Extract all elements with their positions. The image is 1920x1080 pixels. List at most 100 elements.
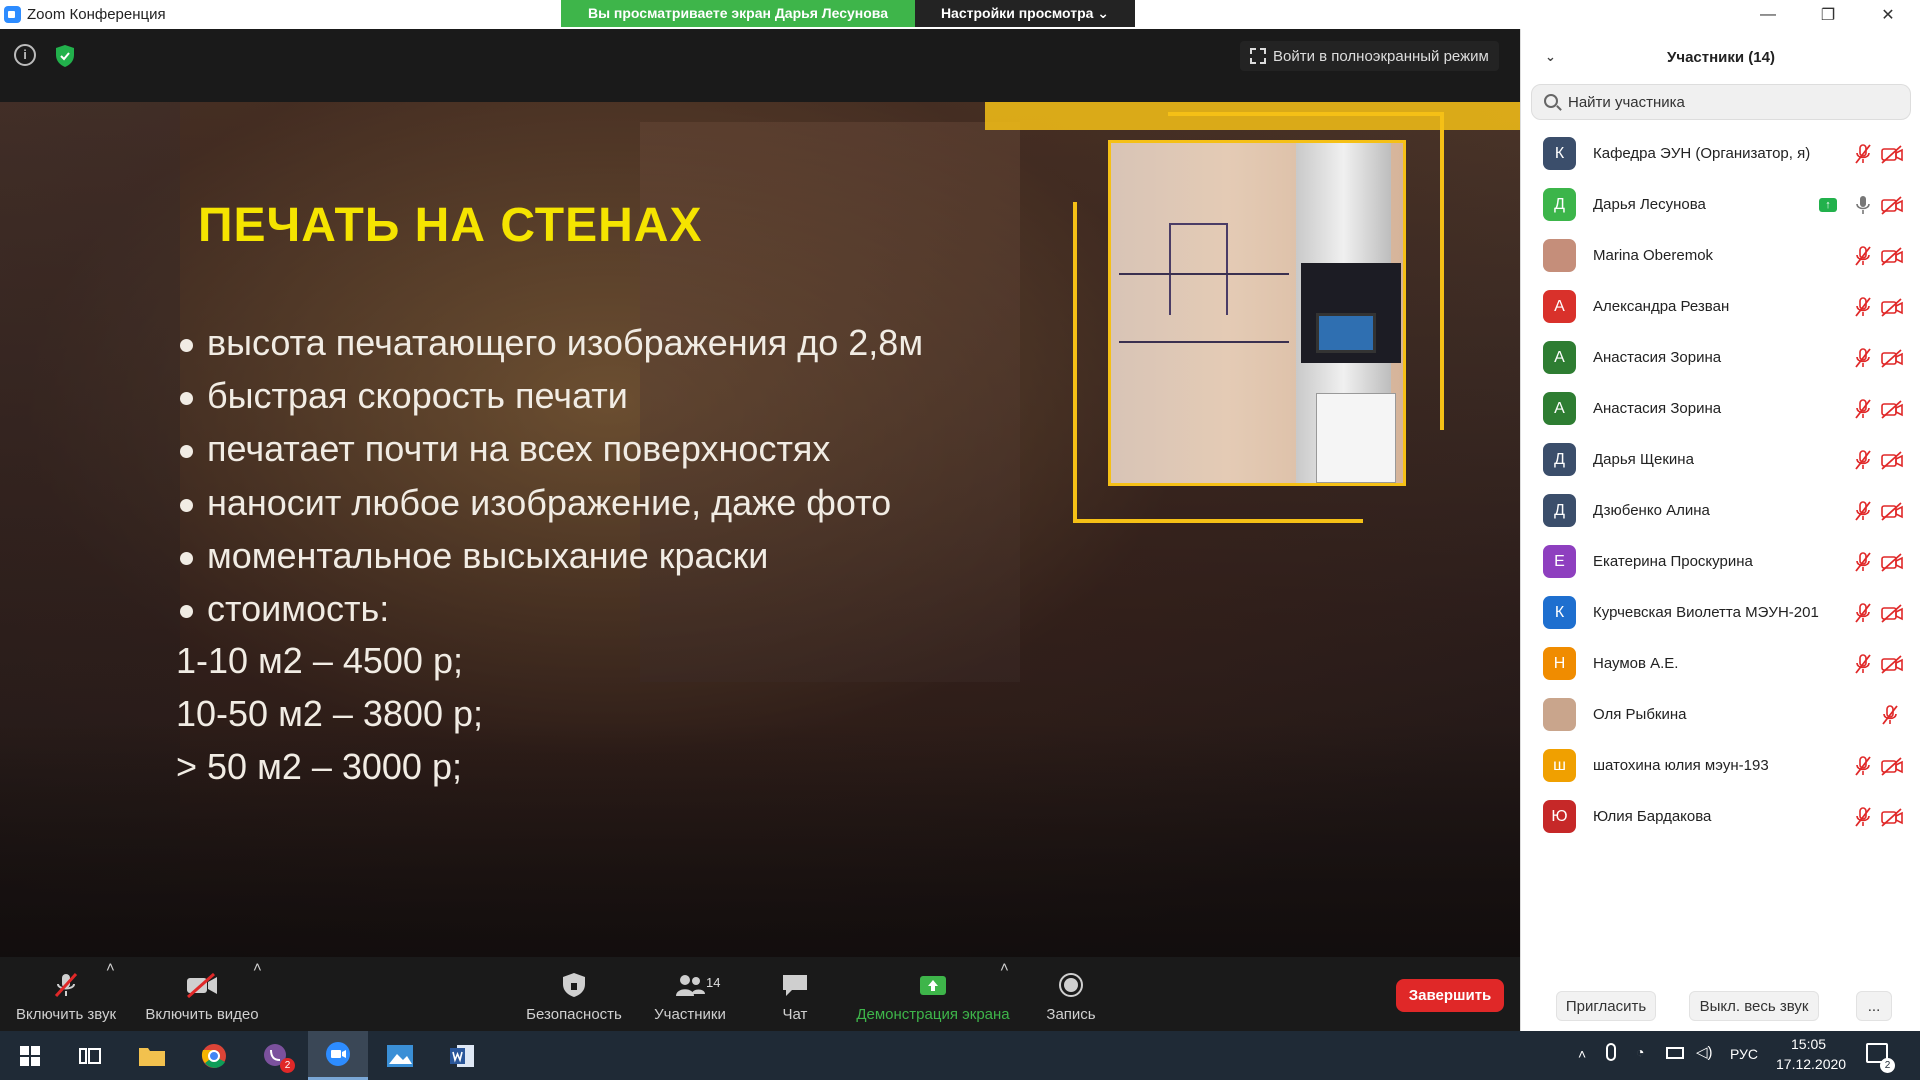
zoom-taskbar-icon [326,1042,350,1066]
participant-row[interactable]: А Александра Резван [1521,281,1920,332]
tray-time[interactable]: 15:05 [1791,1036,1826,1052]
tray-battery-icon[interactable] [1666,1047,1684,1059]
collapse-panel-icon[interactable]: ⌄ [1545,49,1556,65]
participant-name: Дарья Щекина [1593,451,1694,468]
tray-network-icon[interactable]: ◔ [1636,1044,1656,1062]
participant-row[interactable]: Marina Oberemok [1521,230,1920,281]
participant-avatar: К [1543,596,1576,629]
slide-bullet-text: стоимость: [207,588,390,629]
tray-language[interactable]: РУС [1730,1046,1758,1062]
taskbar-word[interactable] [432,1031,492,1080]
tray-date[interactable]: 17.12.2020 [1776,1056,1846,1072]
video-off-icon[interactable] [1880,654,1904,674]
mic-muted-icon [54,972,78,998]
participant-row[interactable]: Д Дзюбенко Алина [1521,485,1920,536]
close-button[interactable]: ✕ [1861,0,1915,29]
video-off-icon[interactable] [1880,756,1904,776]
zoom-app-icon [4,6,21,23]
end-meeting-button[interactable]: Завершить [1396,979,1504,1012]
participant-row[interactable]: Н Наумов А.Е. [1521,638,1920,689]
task-view-button[interactable] [60,1031,120,1080]
participant-search-input[interactable]: Найти участника [1531,84,1911,120]
security-shield-icon [563,973,585,997]
mic-muted-icon[interactable] [1854,755,1872,777]
bullet-dot [180,338,193,352]
participant-row[interactable]: Д Дарья Щекина [1521,434,1920,485]
participants-footer: Пригласить Выкл. весь звук ... [1521,979,1920,1031]
bullet-dot [180,604,193,618]
mic-muted-icon[interactable] [1854,347,1872,369]
meeting-top-tools: i Войти в полноэкранный режим [0,29,1520,101]
video-off-icon[interactable] [1880,246,1904,266]
encryption-shield-icon[interactable] [54,44,76,68]
share-options-caret[interactable]: ˄ [1000,959,1009,976]
chat-button[interactable]: Чат [760,959,830,1031]
taskbar-chrome[interactable] [184,1031,244,1080]
mic-muted-icon[interactable] [1854,551,1872,573]
video-off-icon[interactable] [1880,603,1904,623]
mic-muted-icon[interactable] [1854,398,1872,420]
participant-row[interactable]: К Кафедра ЭУН (Организатор, я) [1521,128,1920,179]
mic-muted-icon[interactable] [1854,602,1872,624]
invite-button[interactable]: Пригласить [1556,991,1656,1021]
participant-row[interactable]: К Курчевская Виолетта МЭУН-201 [1521,587,1920,638]
mic-muted-icon[interactable] [1854,296,1872,318]
participant-row[interactable]: Д Дарья Лесунова ↑ [1521,179,1920,230]
enter-fullscreen-button[interactable]: Войти в полноэкранный режим [1240,41,1499,71]
tray-show-hidden-icon[interactable]: ˄ [1578,1046,1586,1062]
tray-volume-icon[interactable]: ◁) [1696,1043,1713,1061]
view-settings-button[interactable]: Настройки просмотра ⌄ [915,0,1135,27]
restore-button[interactable]: ❐ [1801,0,1855,29]
video-off-icon[interactable] [1880,552,1904,572]
audio-options-caret[interactable]: ˄ [106,959,115,976]
taskbar-viber[interactable]: 2 [246,1031,306,1080]
start-video-button[interactable]: Включить видео [140,959,264,1031]
mic-muted-icon[interactable] [1854,143,1872,165]
mic-muted-icon[interactable] [1854,500,1872,522]
more-options-button[interactable]: ... [1856,991,1892,1021]
share-screen-button[interactable]: Демонстрация экрана [848,959,1018,1031]
slide-bullet-text: моментальное высыхание краски [207,535,769,576]
mic-muted-icon[interactable] [1881,704,1899,726]
mic-muted-icon[interactable] [1854,653,1872,675]
video-off-icon[interactable] [1880,399,1904,419]
start-button[interactable] [0,1031,60,1080]
taskbar-photos[interactable] [370,1031,430,1080]
security-button[interactable]: Безопасность [524,959,624,1031]
video-off-icon[interactable] [1880,348,1904,368]
video-off-icon[interactable] [1880,195,1904,215]
video-off-icon[interactable] [1880,297,1904,317]
video-options-caret[interactable]: ˄ [253,959,262,976]
video-off-icon[interactable] [1880,144,1904,164]
participants-button[interactable]: Участники [640,959,740,1031]
taskbar-zoom[interactable] [308,1031,368,1080]
participant-row[interactable]: А Анастасия Зорина [1521,383,1920,434]
record-button[interactable]: Запись [1040,959,1102,1031]
slide-bullet: быстрая скорость печати [180,375,628,417]
tray-mic-icon[interactable] [1606,1043,1616,1061]
taskbar-file-explorer[interactable] [122,1031,182,1080]
mic-on-icon[interactable] [1854,194,1872,216]
participant-row[interactable]: ш шатохина юлия мэун-193 [1521,740,1920,791]
mic-muted-icon[interactable] [1854,245,1872,267]
participant-row[interactable]: Ю Юлия Бардакова [1521,791,1920,842]
minimize-button[interactable]: — [1741,0,1795,29]
participant-row[interactable]: А Анастасия Зорина [1521,332,1920,383]
participant-avatar: Д [1543,188,1576,221]
mic-muted-icon[interactable] [1854,449,1872,471]
participant-row[interactable]: Е Екатерина Проскурина [1521,536,1920,587]
slide-price-line: 1-10 м2 – 4500 р; [176,640,463,681]
video-off-icon[interactable] [1880,501,1904,521]
participant-name: Наумов А.Е. [1593,655,1679,672]
mic-muted-icon[interactable] [1854,806,1872,828]
info-icon[interactable]: i [14,44,36,66]
video-off-icon[interactable] [1880,450,1904,470]
participant-row[interactable]: Оля Рыбкина [1521,689,1920,740]
chat-label: Чат [782,1006,808,1023]
video-off-icon[interactable] [1880,807,1904,827]
participant-avatar: Е [1543,545,1576,578]
mute-all-button[interactable]: Выкл. весь звук [1689,991,1819,1021]
screen-sharing-badge-icon: ↑ [1819,197,1837,212]
participant-avatar: Д [1543,494,1576,527]
slide-bullet: стоимость: [180,588,389,630]
